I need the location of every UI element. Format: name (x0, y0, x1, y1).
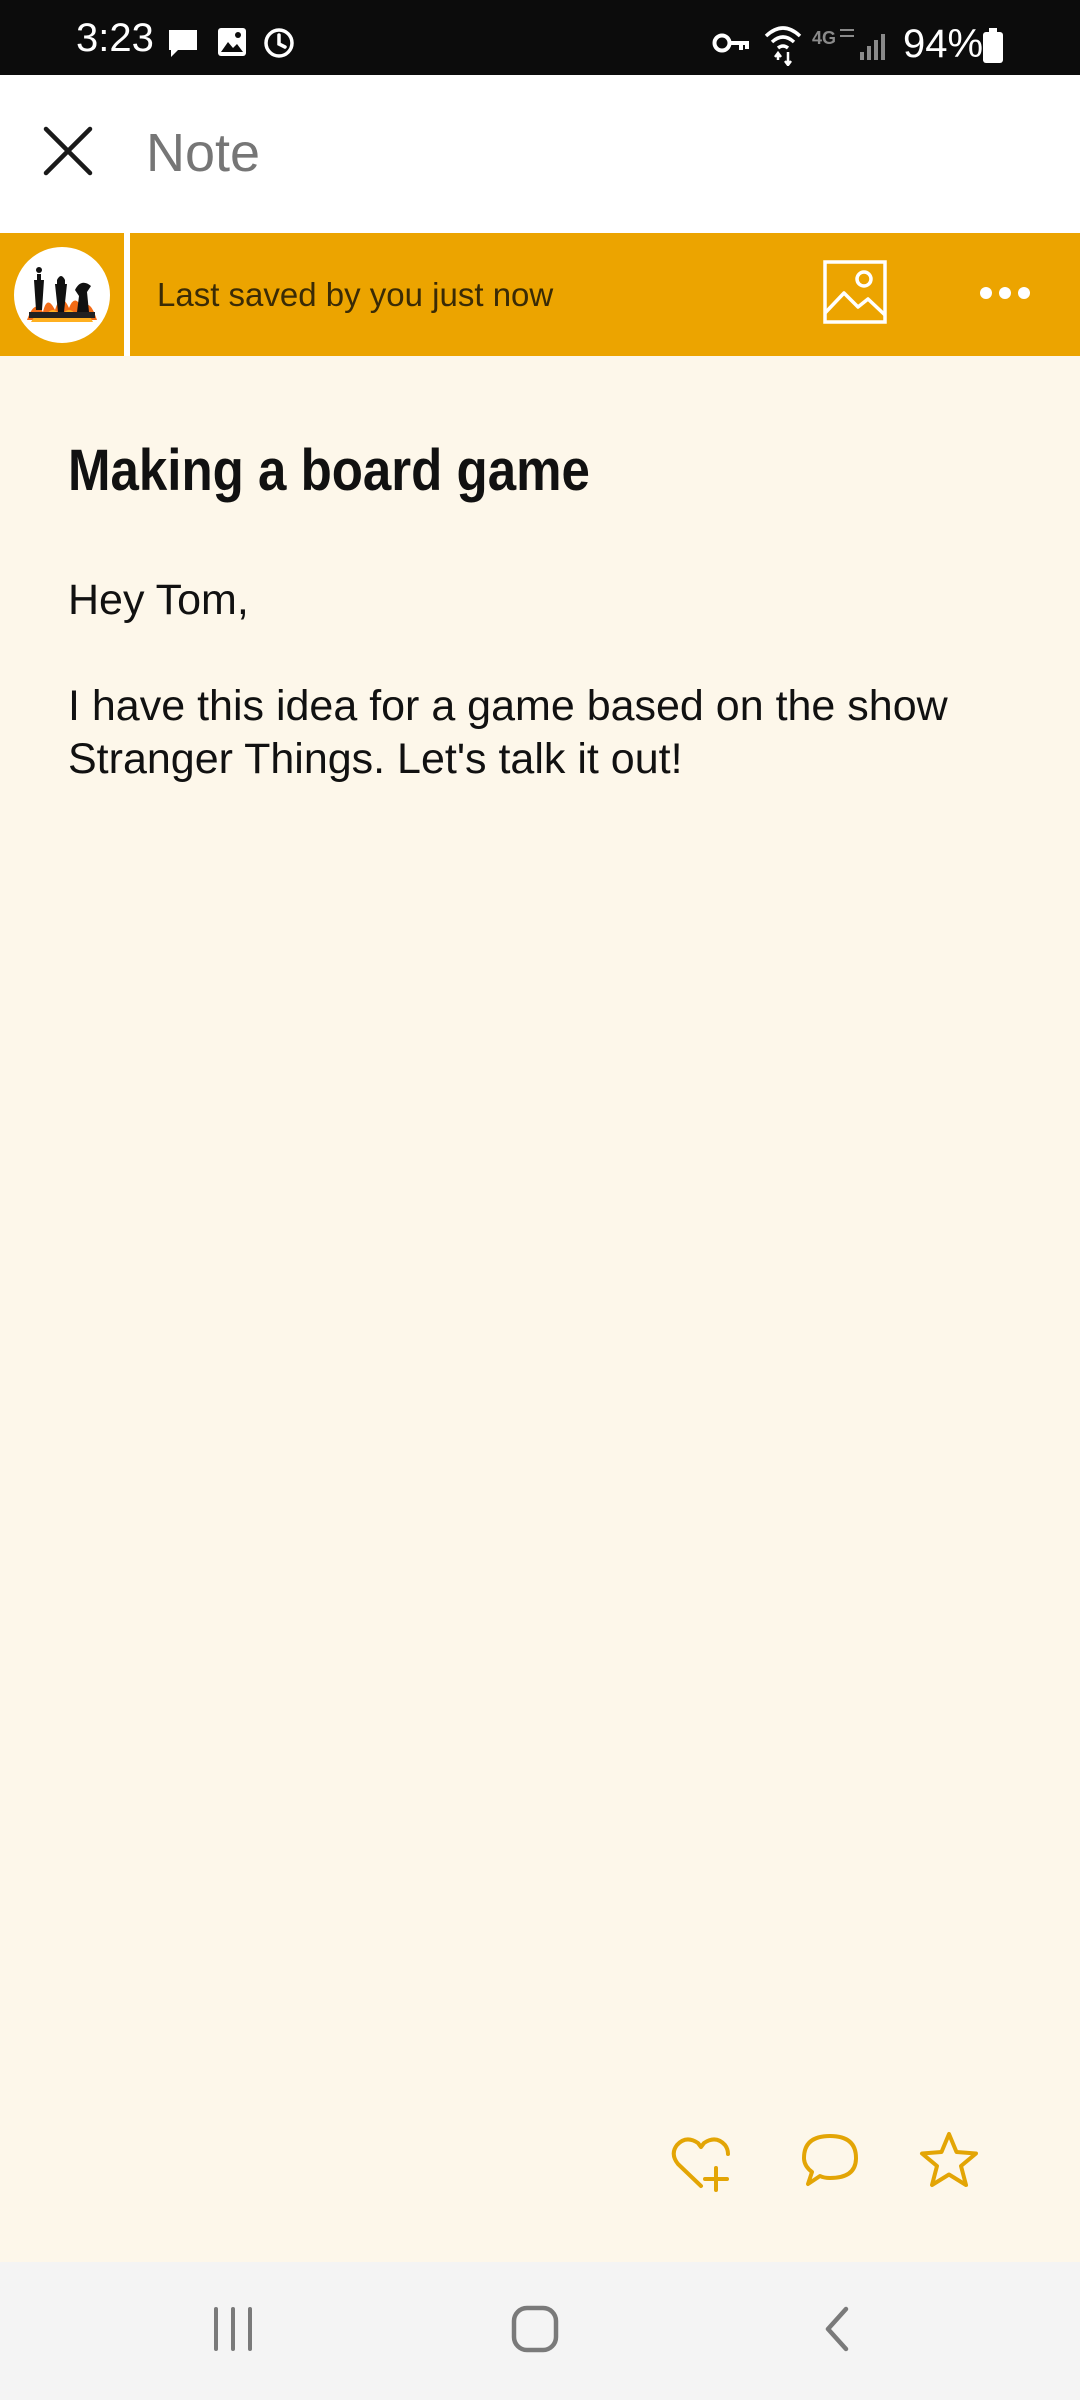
battery-percent: 94% (903, 22, 984, 66)
heart-add-button[interactable] (668, 2130, 734, 2201)
save-banner: Last saved by you just now (0, 233, 1080, 356)
battery-icon (982, 28, 1004, 69)
more-icon (979, 286, 1031, 305)
vpn-key-icon (712, 30, 752, 61)
back-button[interactable] (806, 2300, 866, 2362)
status-time: 3:23 (76, 16, 154, 60)
save-status: Last saved by you just now (157, 276, 554, 313)
status-right-icons: 4G 94% (680, 0, 1080, 75)
star-icon (918, 2132, 980, 2196)
avatar-button[interactable] (0, 233, 124, 356)
wifi-icon (764, 24, 802, 71)
back-icon (820, 2305, 852, 2358)
network-4g-icon: 4G (812, 26, 856, 57)
note-actions (0, 2130, 1080, 2210)
page-title: Note (146, 123, 261, 183)
add-image-button[interactable] (822, 259, 898, 331)
gallery-icon (216, 26, 248, 63)
banner-divider (124, 233, 130, 356)
signal-icon (858, 30, 892, 67)
image-icon (822, 260, 888, 329)
close-button[interactable] (28, 113, 108, 193)
home-icon (510, 2304, 560, 2359)
note-title[interactable]: Making a board game (68, 436, 590, 506)
star-button[interactable] (918, 2130, 980, 2197)
recents-button[interactable] (200, 2300, 266, 2362)
home-button[interactable] (500, 2300, 570, 2362)
note-body[interactable]: Hey Tom, I have this idea for a game bas… (68, 574, 1028, 786)
message-icon (166, 26, 200, 65)
navigation-bar (0, 2262, 1080, 2400)
comment-icon (800, 2134, 860, 2194)
svg-text:4G: 4G (812, 28, 836, 48)
status-bar: 3:23 4G 94% (0, 0, 1080, 75)
heart-add-icon (668, 2137, 734, 2200)
alarm-icon (262, 26, 296, 65)
note-editor[interactable]: Making a board game Hey Tom, I have this… (0, 356, 1080, 2262)
comment-button[interactable] (800, 2130, 860, 2195)
close-icon (42, 125, 94, 182)
recents-icon (210, 2306, 256, 2356)
chess-avatar-icon (14, 246, 110, 343)
app-bar: Note (0, 75, 1080, 233)
more-options-button[interactable] (966, 269, 1044, 321)
